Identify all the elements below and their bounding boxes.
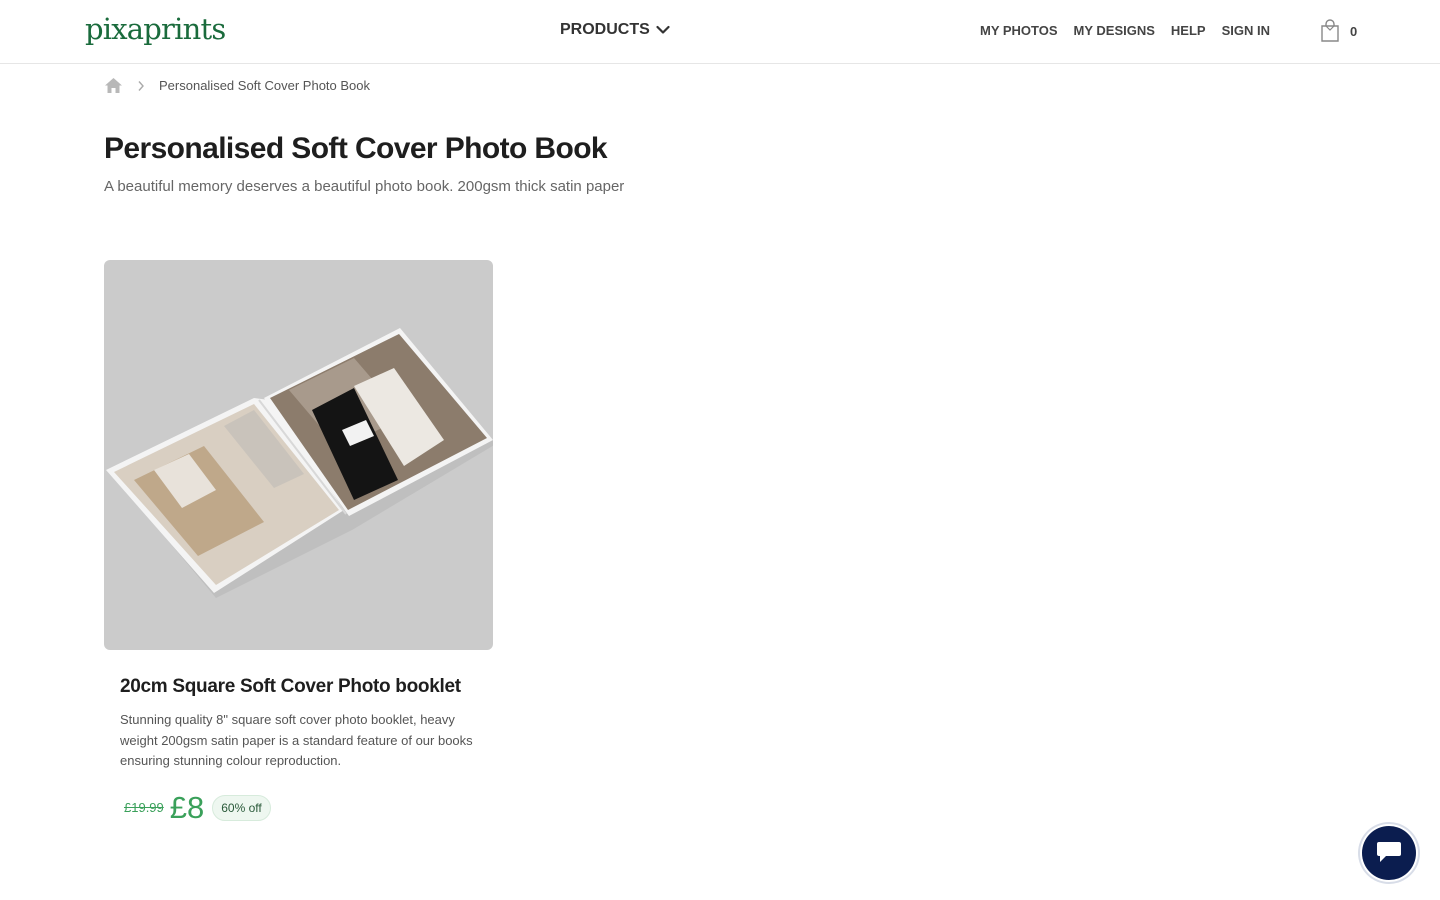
nav-my-photos[interactable]: MY PHOTOS	[980, 23, 1058, 38]
cart-count: 0	[1350, 23, 1358, 39]
breadcrumb-current: Personalised Soft Cover Photo Book	[159, 78, 371, 93]
products-menu-button[interactable]: PRODUCTS	[560, 21, 670, 39]
breadcrumb: Personalised Soft Cover Photo Book	[104, 77, 370, 94]
photo-book-illustration	[106, 328, 493, 598]
shopping-bag-icon	[1321, 19, 1339, 42]
product-image[interactable]	[104, 260, 493, 650]
top-nav: MY PHOTOS MY DESIGNS HELP SIGN IN	[980, 23, 1270, 38]
home-icon[interactable]	[104, 77, 123, 94]
current-price: £8	[169, 790, 205, 825]
chevron-right-icon	[138, 80, 144, 91]
site-header: pixaprints PRODUCTS MY PHOTOS MY DESIGNS…	[0, 0, 1440, 64]
products-menu-label: PRODUCTS	[560, 21, 650, 38]
price-row: £19.99 £8 60% off	[124, 792, 271, 823]
discount-badge: 60% off	[212, 794, 271, 821]
page-title: Personalised Soft Cover Photo Book	[104, 132, 608, 165]
old-price: £19.99	[124, 800, 164, 815]
chat-bubble-icon	[1377, 842, 1401, 862]
logo[interactable]: pixaprints	[85, 12, 226, 46]
chat-button[interactable]	[1362, 826, 1416, 880]
nav-sign-in[interactable]: SIGN IN	[1222, 23, 1270, 38]
product-card[interactable]: 20cm Square Soft Cover Photo booklet Stu…	[104, 260, 493, 823]
page-subtitle: A beautiful memory deserves a beautiful …	[104, 178, 625, 195]
chevron-down-icon	[656, 25, 670, 34]
cart-button[interactable]: 0	[1320, 19, 1357, 43]
product-description: Stunning quality 8" square soft cover ph…	[120, 712, 473, 768]
nav-help[interactable]: HELP	[1171, 23, 1206, 38]
nav-my-designs[interactable]: MY DESIGNS	[1074, 23, 1155, 38]
product-title[interactable]: 20cm Square Soft Cover Photo booklet	[120, 676, 461, 698]
